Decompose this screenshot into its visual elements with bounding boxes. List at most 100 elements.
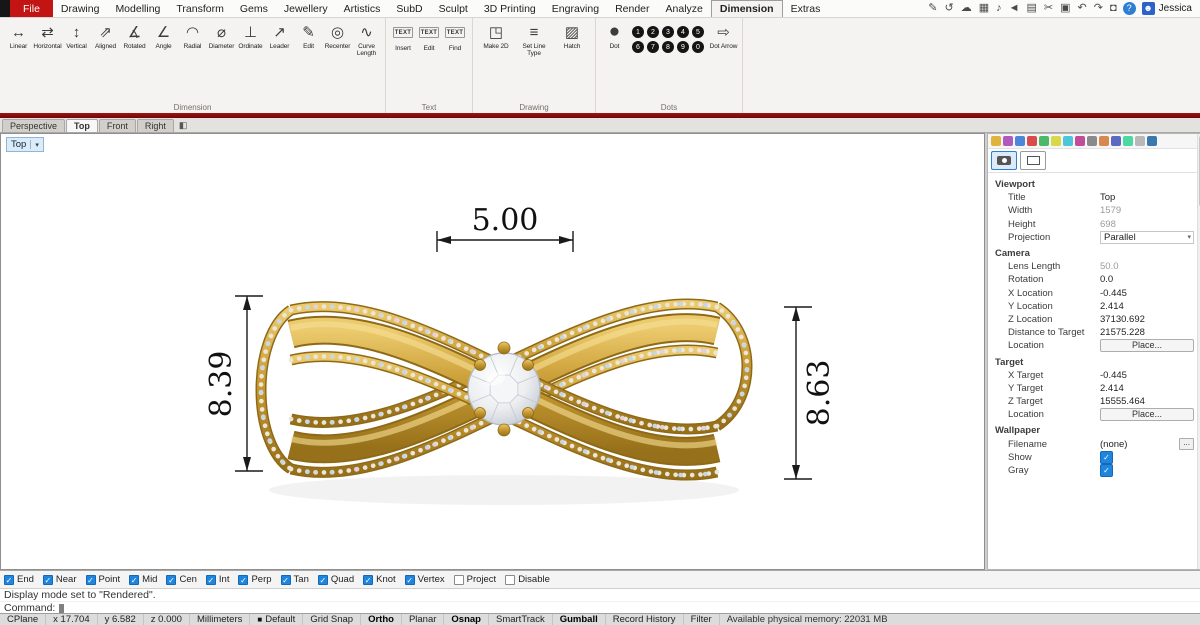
layer-indicator[interactable]: ■ Default — [250, 614, 304, 625]
osnap-toggle[interactable]: ✓ Mid — [129, 574, 157, 585]
numbered-dot-button[interactable]: 8 — [662, 41, 674, 53]
panel-tab-icon[interactable] — [991, 136, 1001, 146]
property-value[interactable]: -0.445 — [1100, 370, 1127, 381]
memory-indicator[interactable]: Available physical memory: 22031 MB — [720, 614, 895, 625]
checkbox[interactable]: ✓ — [4, 574, 14, 585]
numbered-dot-button[interactable]: 1 — [632, 26, 644, 38]
checkbox[interactable]: ✓ — [280, 574, 291, 585]
panel-tab-icon[interactable] — [1015, 136, 1025, 146]
numbered-dot-button[interactable]: 0 — [692, 41, 704, 53]
panel-tab-icon[interactable] — [1003, 136, 1013, 146]
microphone-icon[interactable]: ♪ — [996, 3, 1002, 14]
undo-icon[interactable]: ↶ — [1078, 3, 1087, 14]
osnap-toggle[interactable]: ✓ End — [4, 574, 34, 585]
checkbox[interactable]: ✓ — [42, 574, 53, 585]
filter-toggle[interactable]: Filter — [684, 614, 720, 625]
ordinate-dimension-tool[interactable]: ⊥ Ordinate — [236, 21, 265, 50]
y-coordinate[interactable]: y 6.582 — [98, 614, 144, 625]
menu-tab-transform[interactable]: Transform — [168, 0, 231, 17]
annotate-icon[interactable]: ✎ — [928, 3, 937, 14]
checkbox[interactable]: ✓ — [85, 574, 96, 585]
display-options-tab[interactable] — [1020, 151, 1046, 170]
leader-tool[interactable]: ↗ Leader — [265, 21, 294, 50]
linear-dimension-tool[interactable]: ↔ Linear — [4, 21, 33, 51]
grid-snap-toggle[interactable]: Grid Snap — [303, 614, 362, 625]
radial-dimension-tool[interactable]: ◠ Radial — [178, 21, 207, 50]
paste-icon[interactable]: ▤ — [1027, 3, 1037, 14]
property-value[interactable]: 1579 — [1100, 205, 1121, 216]
ortho-toggle[interactable]: Ortho — [361, 614, 402, 625]
property-value[interactable]: 2.414 — [1100, 383, 1124, 394]
property-value[interactable]: 37130.692 — [1100, 314, 1145, 325]
help-icon[interactable]: ? — [1122, 2, 1136, 15]
osnap-toggle[interactable]: ✓ Near — [42, 574, 77, 585]
osnap-status-toggle[interactable]: Osnap — [444, 614, 489, 625]
menu-tab-extras[interactable]: Extras — [783, 0, 829, 17]
redo-icon[interactable]: ↷ — [1094, 3, 1103, 14]
viewport-tab-top[interactable]: Top — [66, 119, 98, 132]
diameter-dimension-tool[interactable]: ⌀ Diameter — [207, 21, 236, 50]
property-value[interactable]: 0.0 — [1100, 274, 1113, 285]
viewport-tab-perspective[interactable]: Perspective — [2, 119, 66, 132]
property-value[interactable]: 698 — [1100, 219, 1116, 230]
hatch-tool[interactable]: ▨ Hatch — [553, 21, 591, 50]
panel-tab-icon[interactable] — [1039, 136, 1049, 146]
property-value[interactable]: 2.414 — [1100, 301, 1124, 312]
menu-tab-render[interactable]: Render — [607, 0, 657, 17]
checkbox[interactable]: ✓ — [166, 574, 177, 585]
checkbox[interactable]: ✓ — [404, 574, 415, 585]
osnap-toggle[interactable]: ✓ Knot — [363, 574, 396, 585]
viewport-canvas[interactable]: Top ▾ 5.00 8.39 8.63 — [0, 133, 985, 570]
osnap-toggle[interactable]: ✓ Int — [205, 574, 229, 585]
panel-tab-icon[interactable] — [1063, 136, 1073, 146]
record-history-toggle[interactable]: Record History — [606, 614, 684, 625]
speaker-icon[interactable]: ◄ — [1009, 3, 1020, 14]
cut-icon[interactable]: ✂ — [1044, 3, 1053, 14]
panel-tab-icon[interactable] — [1147, 136, 1157, 146]
osnap-toggle[interactable]: ✓ Cen — [166, 574, 197, 585]
menu-tab-artistics[interactable]: Artistics — [336, 0, 389, 17]
property-value[interactable]: (none) — [1100, 439, 1127, 450]
edit-dimension-tool[interactable]: ✎ Edit — [294, 21, 323, 50]
numbered-dot-button[interactable]: 6 — [632, 41, 644, 53]
file-menu-button[interactable]: File — [10, 0, 53, 17]
copy-icon[interactable]: ▣ — [1060, 3, 1070, 14]
checkbox[interactable]: ✓ — [317, 574, 328, 585]
property-value[interactable]: Place... — [1100, 339, 1194, 353]
property-value[interactable]: Place... — [1100, 408, 1194, 422]
text-find-tool[interactable]: TEXT Find — [442, 21, 468, 52]
menu-tab-engraving[interactable]: Engraving — [544, 0, 607, 17]
smarttrack-toggle[interactable]: SmartTrack — [489, 614, 553, 625]
menu-tab-dimension[interactable]: Dimension — [710, 0, 783, 17]
panel-tab-icon[interactable] — [1075, 136, 1085, 146]
checkbox[interactable] — [505, 574, 516, 585]
osnap-toggle[interactable]: ✓ Vertex — [404, 574, 445, 585]
property-value[interactable]: ✓ — [1100, 464, 1113, 478]
property-value[interactable]: -0.445 — [1100, 288, 1127, 299]
panel-tab-icon[interactable] — [1099, 136, 1109, 146]
panel-tab-icon[interactable] — [1051, 136, 1061, 146]
osnap-toggle[interactable]: Project — [453, 574, 496, 585]
numbered-dot-button[interactable]: 5 — [692, 26, 704, 38]
viewport-title-menu[interactable]: Top ▾ — [6, 137, 44, 152]
save-icon[interactable]: ◘ — [1110, 3, 1117, 14]
checkbox[interactable]: ✓ — [363, 574, 374, 585]
osnap-toggle[interactable]: Disable — [505, 574, 550, 585]
osnap-toggle[interactable]: ✓ Tan — [280, 574, 309, 585]
aligned-dimension-tool[interactable]: ⇗ Aligned — [91, 21, 120, 50]
dot-tool[interactable]: ● Dot — [600, 21, 629, 50]
property-value[interactable]: 21575.228 — [1100, 327, 1145, 338]
user-account-button[interactable]: ☻ Jessica — [1141, 0, 1200, 17]
checkbox[interactable]: ✓ — [205, 574, 216, 585]
angle-dimension-tool[interactable]: ∠ Angle — [149, 21, 178, 50]
viewport-properties-tab[interactable] — [991, 151, 1017, 170]
viewport-tab-menu-icon[interactable]: ◧ — [179, 120, 188, 131]
menu-tab-subd[interactable]: SubD — [388, 0, 430, 17]
cloud-icon[interactable]: ☁ — [961, 3, 972, 14]
menu-tab-gems[interactable]: Gems — [232, 0, 276, 17]
panel-tab-icon[interactable] — [1135, 136, 1145, 146]
cplane-button[interactable]: CPlane — [0, 614, 47, 625]
numbered-dot-button[interactable]: 2 — [647, 26, 659, 38]
menu-tab-drawing[interactable]: Drawing — [53, 0, 108, 17]
z-coordinate[interactable]: z 0.000 — [144, 614, 190, 625]
